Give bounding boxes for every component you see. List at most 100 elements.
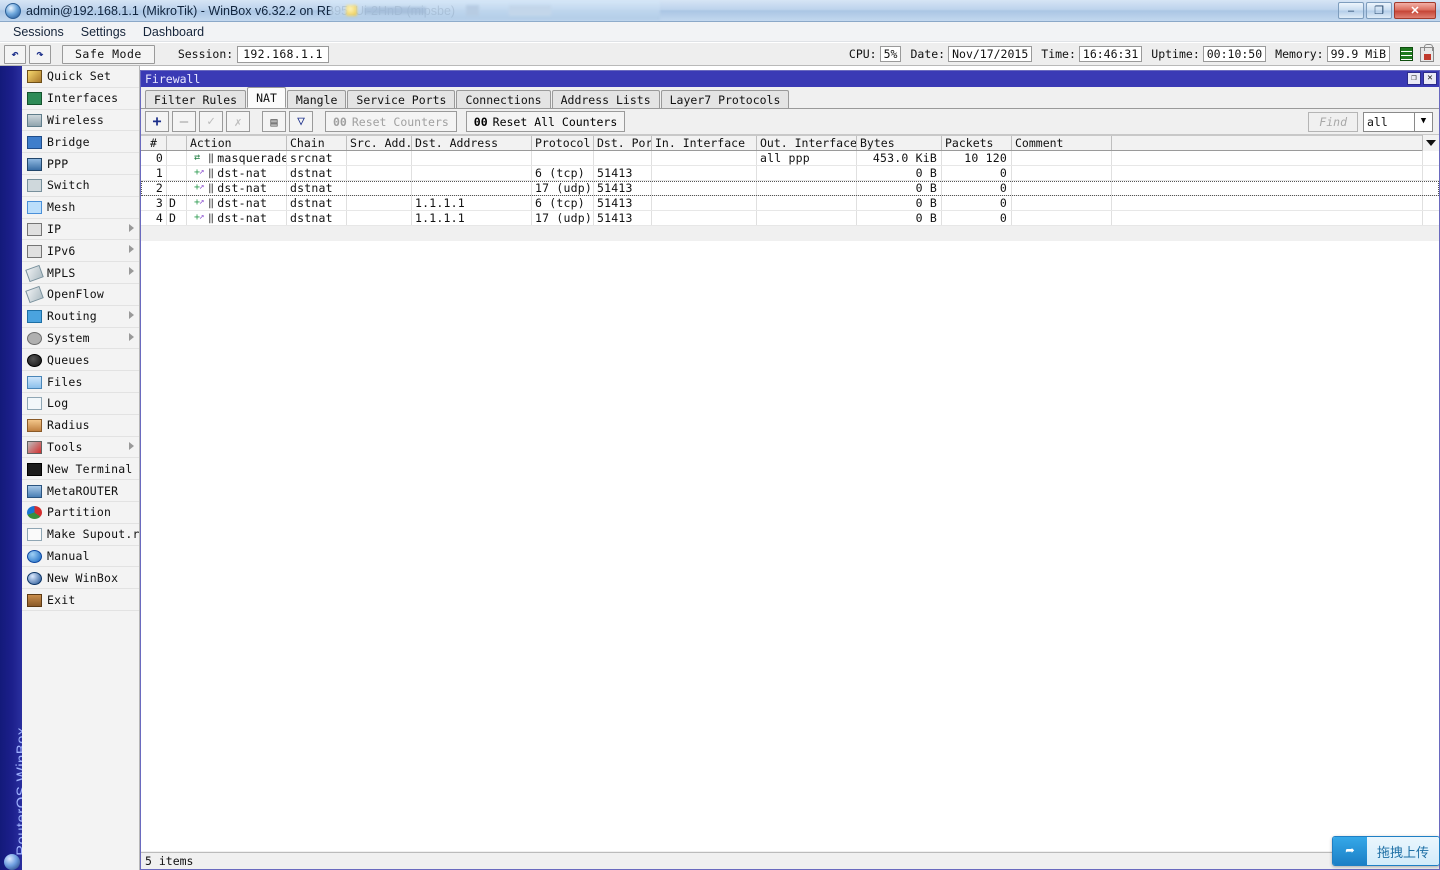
grid-column-header-inif[interactable]: In. Interface bbox=[652, 136, 757, 150]
sidebar-item-tools[interactable]: Tools bbox=[22, 437, 139, 459]
drag-upload-badge[interactable]: ➦ 拖拽上传 bbox=[1331, 836, 1440, 866]
firewall-close-button[interactable]: ✕ bbox=[1423, 72, 1437, 85]
menu-settings[interactable]: Settings bbox=[74, 24, 133, 40]
cell-outif bbox=[757, 211, 857, 225]
comment-button[interactable]: ▤ bbox=[262, 111, 286, 132]
close-button[interactable]: ✕ bbox=[1394, 2, 1436, 19]
sidebar-item-metarouter[interactable]: MetaROUTER bbox=[22, 480, 139, 502]
cell-proto: 6 (tcp) bbox=[532, 196, 594, 210]
tab-mangle[interactable]: Mangle bbox=[286, 90, 347, 108]
sidebar-item-log[interactable]: Log bbox=[22, 393, 139, 415]
cell-dstport: 51413 bbox=[594, 181, 652, 195]
cell-inif bbox=[652, 151, 757, 165]
menu-dashboard[interactable]: Dashboard bbox=[136, 24, 211, 40]
cell-inif bbox=[652, 181, 757, 195]
remove-rule-button[interactable]: – bbox=[172, 111, 196, 132]
undo-icon[interactable]: ↶ bbox=[4, 44, 26, 64]
table-row[interactable]: 0 ⇄ ‖ masquerade srcnat all ppp 453.0 KiB 10 12… bbox=[141, 151, 1439, 166]
sidebar-item-mesh[interactable]: Mesh bbox=[22, 197, 139, 219]
find-input[interactable]: all bbox=[1363, 111, 1415, 132]
cell-chain: dstnat bbox=[287, 166, 347, 180]
firewall-window-controls: ❐ ✕ bbox=[1407, 72, 1437, 85]
sidebar-item-routing[interactable]: Routing bbox=[22, 306, 139, 328]
sidebar-item-new-winbox[interactable]: New WinBox bbox=[22, 567, 139, 590]
minimize-button[interactable]: – bbox=[1338, 2, 1364, 19]
lock-icon[interactable] bbox=[1420, 43, 1434, 62]
tab-nat[interactable]: NAT bbox=[247, 87, 286, 108]
tab-filter-rules[interactable]: Filter Rules bbox=[145, 90, 247, 108]
sidebar-item-switch[interactable]: Switch bbox=[22, 175, 139, 197]
tab-layer7-protocols[interactable]: Layer7 Protocols bbox=[660, 90, 790, 108]
tab-address-lists[interactable]: Address Lists bbox=[551, 90, 660, 108]
safe-mode-button[interactable]: Safe Mode bbox=[62, 44, 155, 64]
cell-rule-number: 2 bbox=[141, 181, 167, 195]
grid-column-header-dstaddr[interactable]: Dst. Address bbox=[412, 136, 532, 150]
grid-column-header-extra[interactable] bbox=[1112, 136, 1423, 150]
action-label: dst-nat bbox=[217, 181, 268, 195]
find-button[interactable]: Find bbox=[1308, 111, 1358, 132]
filter-button[interactable]: ▽ bbox=[289, 111, 313, 132]
pie-icon bbox=[27, 506, 42, 520]
reset-all-counters-button[interactable]: 00 Reset All Counters bbox=[465, 111, 626, 132]
sidebar-item-label: IPv6 bbox=[47, 243, 76, 258]
grid-column-header-dstport[interactable]: Dst. Port bbox=[594, 136, 652, 150]
restore-button[interactable]: ❐ bbox=[1366, 2, 1392, 19]
grid-column-header-proto[interactable]: Protocol bbox=[532, 136, 594, 150]
window-controls: – ❐ ✕ bbox=[1338, 2, 1436, 19]
ipv6-icon bbox=[27, 244, 42, 258]
menu-sessions[interactable]: Sessions bbox=[6, 24, 71, 40]
sidebar-item-quick-set[interactable]: Quick Set bbox=[22, 66, 139, 88]
sidebar-item-bridge[interactable]: Bridge bbox=[22, 131, 139, 154]
disable-rule-button[interactable]: ✗ bbox=[226, 111, 250, 132]
sidebar-item-ip[interactable]: IP bbox=[22, 219, 139, 241]
masquerade-icon: ⇄ bbox=[194, 152, 201, 163]
sidebar-item-exit[interactable]: Exit bbox=[22, 589, 139, 611]
sidebar-item-wireless[interactable]: Wireless bbox=[22, 110, 139, 132]
sidebar-item-interfaces[interactable]: Interfaces bbox=[22, 88, 139, 110]
table-row[interactable]: 1 ‖dst-nat dstnat 6 (tcp)51413 0 B0 bbox=[141, 166, 1439, 181]
sidebar-item-label: Partition bbox=[47, 505, 112, 520]
grid-column-header-flag[interactable] bbox=[167, 136, 187, 150]
tab-connections[interactable]: Connections bbox=[456, 90, 551, 108]
sidebar-item-partition[interactable]: Partition bbox=[22, 502, 139, 524]
grid-column-header-packets[interactable]: Packets bbox=[942, 136, 1012, 150]
grid-column-header-comment[interactable]: Comment bbox=[1012, 136, 1112, 150]
grid-column-header-action[interactable]: Action bbox=[187, 136, 287, 150]
sidebar-item-new-terminal[interactable]: New Terminal bbox=[22, 458, 139, 481]
sidebar-item-files[interactable]: Files bbox=[22, 371, 139, 393]
sidebar-item-ipv6[interactable]: IPv6 bbox=[22, 240, 139, 263]
find-dropdown-icon[interactable]: ▼ bbox=[1415, 111, 1433, 132]
sidebar-item-mpls[interactable]: MPLS bbox=[22, 262, 139, 284]
sidebar-item-manual[interactable]: Manual bbox=[22, 546, 139, 568]
sidebar-item-label: New Terminal bbox=[47, 461, 133, 476]
sidebar-item-system[interactable]: System bbox=[22, 328, 139, 350]
table-row[interactable]: 4D‖dst-natdstnat1.1.1.117 (udp)514130 B0 bbox=[141, 211, 1439, 226]
submenu-arrow-icon bbox=[129, 332, 134, 341]
grid-column-header-num[interactable]: # bbox=[141, 136, 167, 150]
session-input[interactable]: 192.168.1.1 bbox=[237, 45, 329, 63]
add-rule-button[interactable]: + bbox=[145, 111, 169, 132]
table-row[interactable]: 2 ‖dst-nat dstnat 17 (udp)51413 0 B0 bbox=[141, 181, 1439, 196]
grid-column-header-srcaddr[interactable]: Src. Add... bbox=[347, 136, 412, 150]
cell-chain: srcnat bbox=[287, 151, 347, 165]
firewall-tabstrip: Filter Rules NAT Mangle Service Ports Connec… bbox=[141, 87, 1439, 109]
sidebar-item-radius[interactable]: Radius bbox=[22, 415, 139, 437]
sidebar-item-ppp[interactable]: PPP bbox=[22, 153, 139, 175]
firewall-restore-button[interactable]: ❐ bbox=[1407, 72, 1421, 85]
redo-icon[interactable]: ↷ bbox=[29, 44, 51, 64]
sidebar-item-openflow[interactable]: OpenFlow bbox=[22, 284, 139, 306]
grid-column-header-chain[interactable]: Chain bbox=[287, 136, 347, 150]
grid-column-header-bytes[interactable]: Bytes bbox=[857, 136, 942, 150]
table-row[interactable]: 3D‖dst-natdstnat1.1.1.16 (tcp)514130 B0 bbox=[141, 196, 1439, 211]
sidebar-item-make-supout-rif[interactable]: Make Supout.rif bbox=[22, 524, 154, 546]
enable-rule-button[interactable]: ✓ bbox=[199, 111, 223, 132]
reset-counters-button[interactable]: 00 Reset Counters bbox=[325, 111, 457, 132]
gear-icon bbox=[27, 331, 42, 345]
column-chooser-button[interactable] bbox=[1422, 135, 1439, 151]
grid-column-header-outif[interactable]: Out. Interface bbox=[757, 136, 857, 150]
tab-service-ports[interactable]: Service Ports bbox=[347, 90, 456, 108]
terminal-icon bbox=[27, 462, 42, 476]
sidebar-item-queues[interactable]: Queues bbox=[22, 349, 139, 372]
item-count-label: 5 items bbox=[145, 854, 194, 868]
cell-inif bbox=[652, 196, 757, 210]
